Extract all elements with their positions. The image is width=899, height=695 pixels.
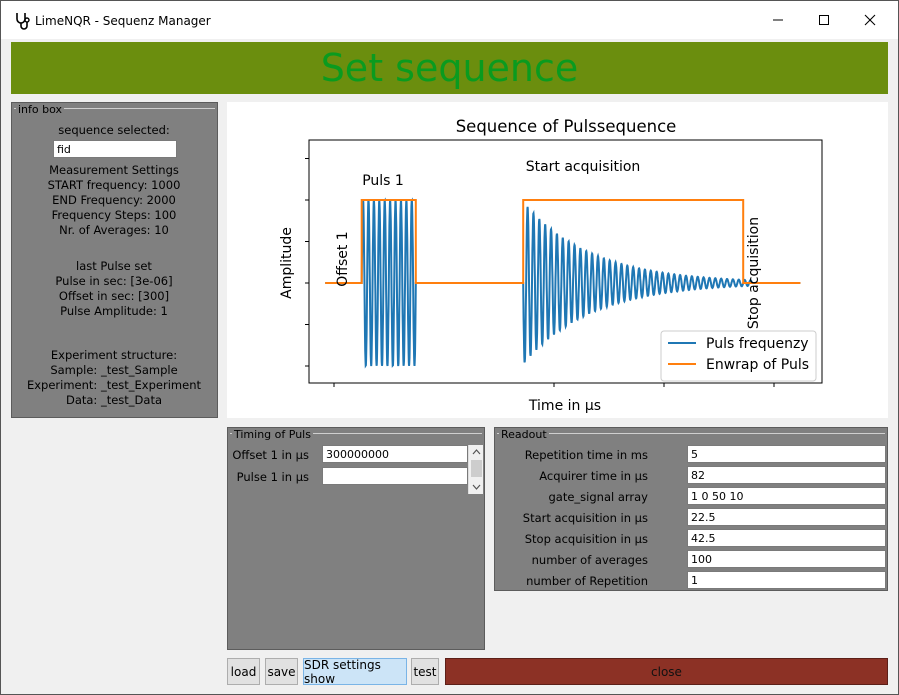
sequence-selected-field[interactable]: fid: [53, 140, 177, 158]
annotation-stop-acquisition: Stop acquisition: [746, 217, 762, 329]
averages-text: Nr. of Averages: 10: [59, 223, 169, 237]
offset-in-sec-text: Offset in sec: [300]: [58, 289, 170, 303]
scrollbar-thumb[interactable]: [471, 460, 482, 477]
group-divider: [497, 433, 885, 434]
sequenz-manager-window: LimeNQR - Sequenz Manager Set sequence i…: [0, 0, 899, 695]
minimize-button[interactable]: [755, 1, 801, 39]
annotation-pulse: Puls 1: [362, 173, 404, 189]
x-axis-label: Time in µs: [528, 398, 601, 414]
window-title: LimeNQR - Sequenz Manager: [35, 14, 211, 28]
sequence-chart: Sequence of Pulssequence Amplitude Time …: [227, 102, 888, 418]
info-box-title: info box: [16, 103, 65, 116]
legend: Puls frequenzy Enwrap of Puls: [660, 330, 817, 382]
sequence-selected-label: sequence selected:: [58, 123, 170, 137]
chart-svg: Sequence of Pulssequence Amplitude Time …: [279, 117, 823, 414]
maximize-button[interactable]: [801, 1, 847, 39]
test-button[interactable]: test: [411, 658, 439, 685]
readout-field[interactable]: 82: [687, 466, 886, 484]
readout-label: number of averages: [531, 553, 648, 567]
last-pulse-header: last Pulse set: [76, 259, 152, 273]
readout-field[interactable]: 1: [687, 571, 886, 589]
legend-label-envelope: Enwrap of Puls: [706, 357, 809, 373]
close-button[interactable]: close: [445, 658, 888, 685]
timing-scrollbar[interactable]: [468, 445, 483, 494]
load-button[interactable]: load: [227, 658, 260, 685]
y-ticks: [305, 158, 309, 367]
sdr-settings-button[interactable]: SDR settings show: [303, 658, 407, 686]
experiment-text: Experiment: _test_Experiment: [26, 378, 201, 392]
end-frequency-text: END Frequency: 2000: [52, 193, 176, 207]
start-frequency-text: START frequency: 1000: [47, 178, 181, 192]
title-bar[interactable]: LimeNQR - Sequenz Manager: [1, 1, 898, 39]
annotation-start-acquisition: Start acquisition: [526, 159, 641, 175]
pulse-label: Pulse 1 in µs: [236, 470, 309, 484]
readout-field[interactable]: 42.5: [687, 529, 886, 547]
minimize-icon: [773, 19, 783, 21]
save-button[interactable]: save: [265, 658, 298, 685]
readout-label: Repetition time in ms: [524, 448, 648, 462]
offset-label: Offset 1 in µs: [232, 448, 309, 462]
experiment-structure-header: Experiment structure:: [50, 348, 178, 362]
annotation-offset: Offset 1: [335, 231, 351, 286]
page-title: Set sequence: [320, 46, 579, 90]
chart-title: Sequence of Pulssequence: [456, 117, 677, 136]
readout-label: Acquirer time in µs: [539, 469, 648, 483]
x-ticks: [333, 383, 775, 387]
data-text: Data: _test_Data: [65, 393, 163, 407]
readout-field[interactable]: 100: [687, 550, 886, 568]
readout-label: Start acquisition in µs: [522, 511, 648, 525]
stethoscope-icon: [16, 13, 30, 30]
readout-field[interactable]: 5: [687, 445, 886, 463]
frequency-steps-text: Frequency Steps: 100: [51, 208, 177, 222]
readout-field[interactable]: 22.5: [687, 508, 886, 526]
pulse-amplitude-text: Pulse Amplitude: 1: [60, 304, 168, 318]
sample-text: Sample: _test_Sample: [50, 363, 178, 377]
header-banner: Set sequence: [11, 42, 888, 94]
pulse-in-sec-text: Pulse in sec: [3e-06]: [55, 274, 173, 288]
readout-group-title: Readout: [499, 428, 549, 441]
readout-field[interactable]: 1 0 50 10: [687, 487, 886, 505]
measurement-settings-header: Measurement Settings: [49, 163, 179, 177]
offset-field[interactable]: 300000000: [322, 445, 468, 463]
chevron-up-icon[interactable]: [472, 449, 481, 455]
y-axis-label: Amplitude: [279, 227, 295, 299]
readout-label: number of Repetition: [526, 574, 648, 588]
maximize-icon: [819, 15, 829, 25]
readout-label: gate_signal array: [548, 490, 648, 504]
scrollbar-arrows: [471, 449, 482, 490]
chevron-down-icon[interactable]: [472, 484, 481, 490]
info-box: info box sequence selected: fid Measurem…: [11, 102, 218, 418]
readout-label: Stop acquisition in µs: [524, 532, 648, 546]
timing-group-title: Timing of Puls: [232, 428, 313, 441]
pulse-field[interactable]: [322, 467, 468, 485]
legend-label-puls: Puls frequenzy: [706, 336, 809, 352]
close-window-button[interactable]: [847, 1, 893, 39]
close-icon: [864, 14, 876, 26]
